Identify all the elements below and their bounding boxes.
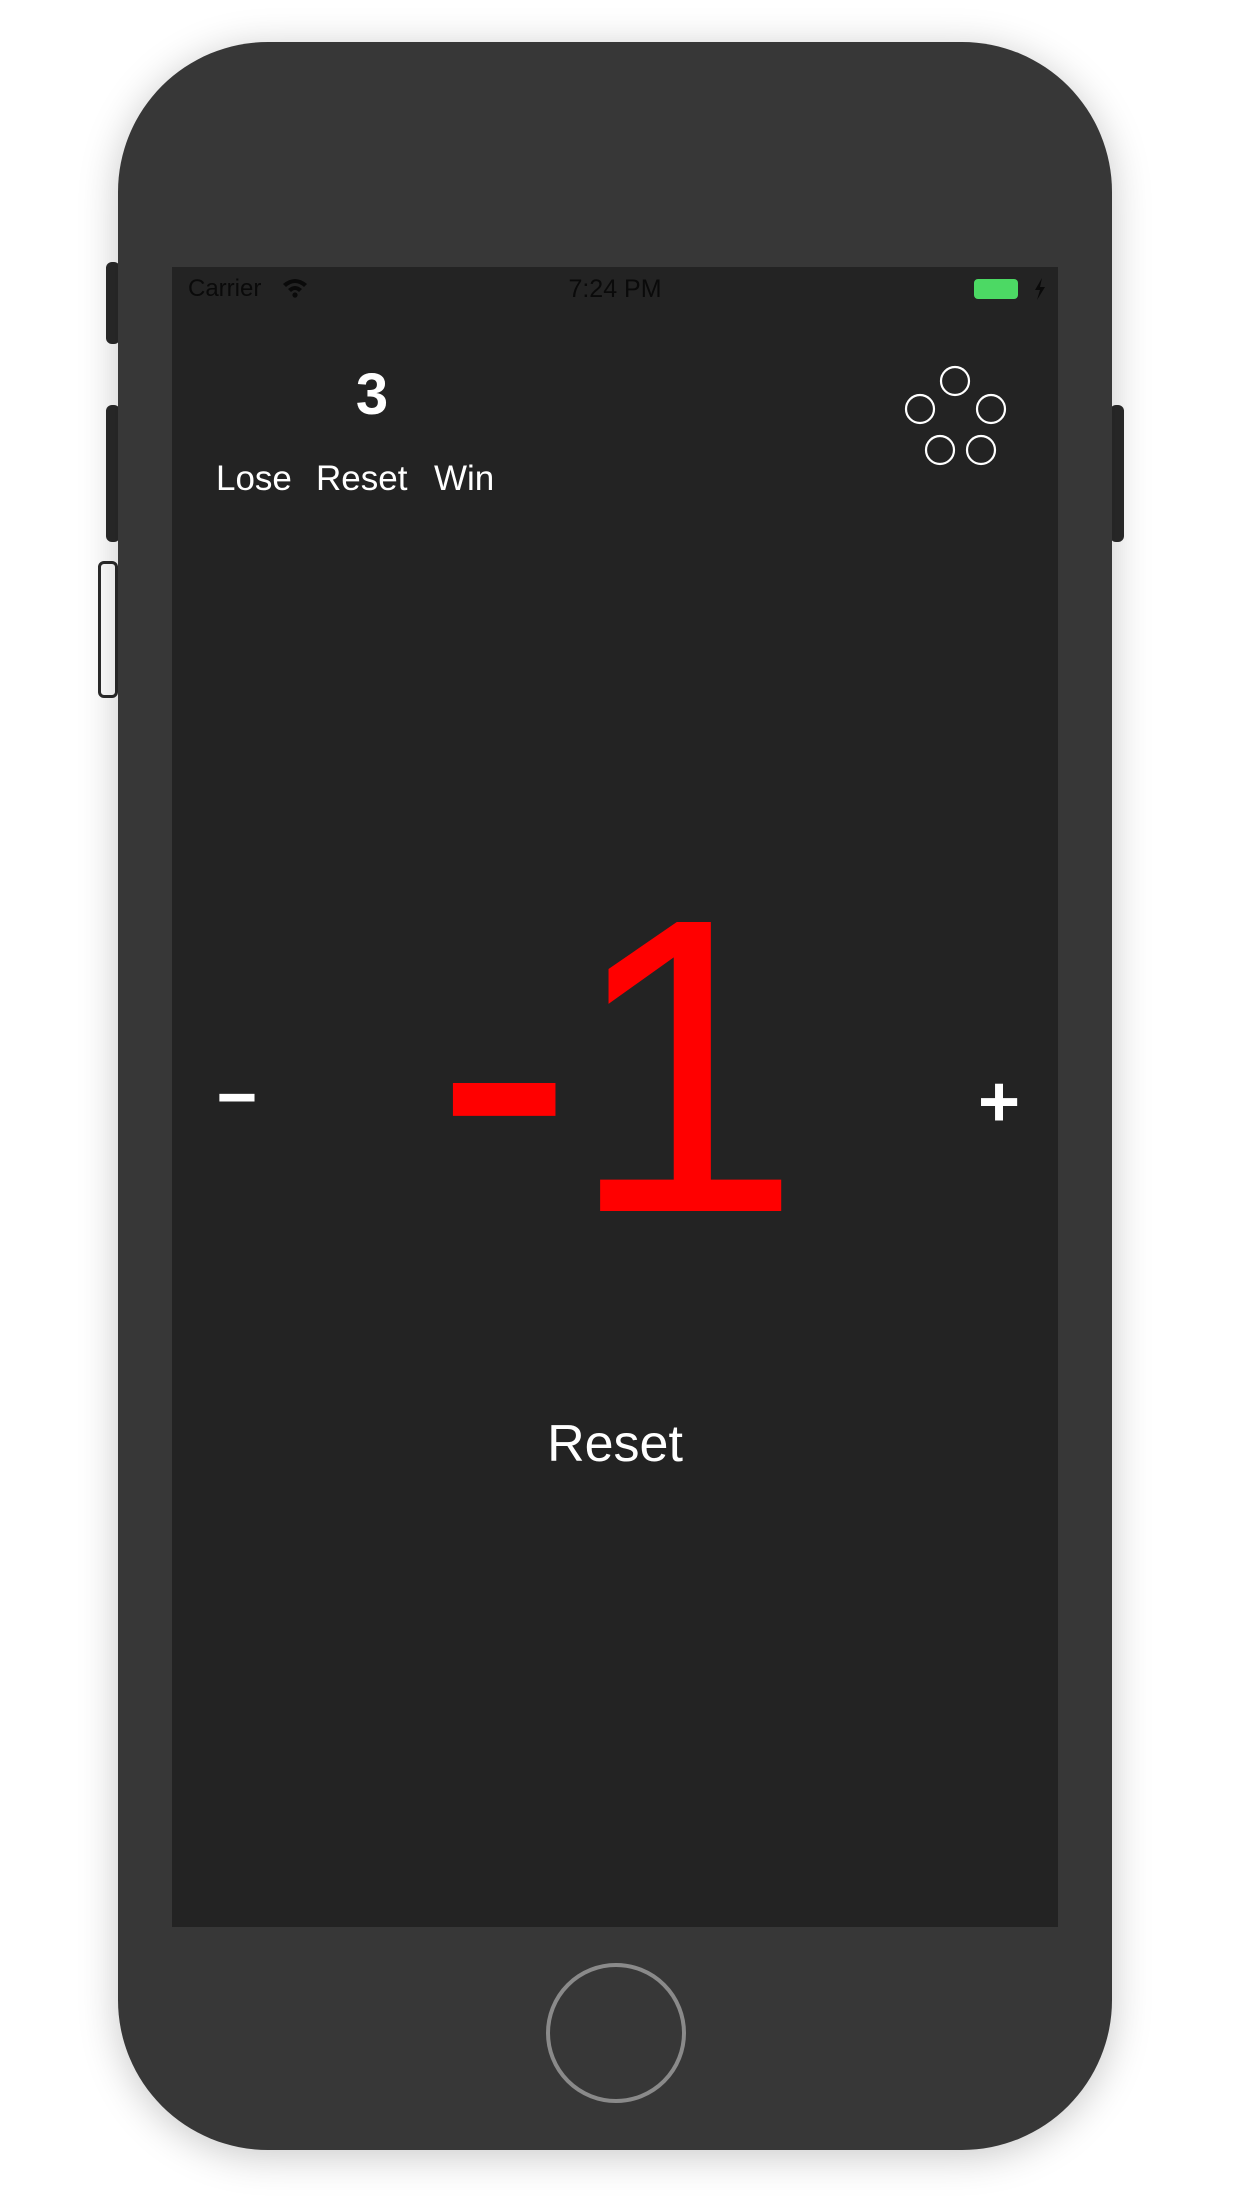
home-button[interactable] — [546, 1963, 686, 2103]
lose-button[interactable]: Lose — [216, 459, 292, 499]
volume-down-button — [98, 561, 118, 698]
reset-button[interactable]: Reset — [172, 1414, 1058, 1474]
bolt-icon — [1035, 278, 1045, 300]
power-button — [1110, 405, 1124, 542]
status-time: 7:24 PM — [568, 275, 662, 303]
score-reset-button[interactable]: Reset — [316, 459, 407, 499]
status-bar: Carrier 7:24 PM — [172, 267, 1058, 313]
five-circles-icon[interactable] — [900, 363, 1010, 469]
counter-value: -1 — [434, 832, 801, 1301]
app-screen: Carrier 7:24 PM 3 Lose Reset Win − -1 + … — [172, 267, 1058, 1927]
score-count: 3 — [355, 362, 389, 427]
increment-button[interactable]: + — [964, 1066, 1034, 1138]
battery-icon — [974, 279, 1018, 299]
win-button[interactable]: Win — [434, 459, 494, 499]
decrement-button[interactable]: − — [202, 1062, 272, 1132]
device-frame: Carrier 7:24 PM 3 Lose Reset Win − -1 + … — [0, 0, 1242, 2208]
